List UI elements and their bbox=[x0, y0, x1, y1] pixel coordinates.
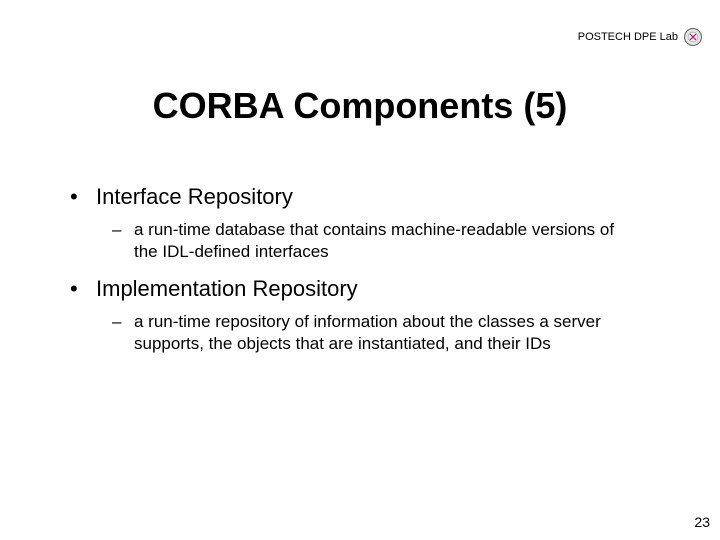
header-label: POSTECH DPE Lab bbox=[578, 31, 678, 43]
header: POSTECH DPE Lab bbox=[578, 28, 702, 46]
dash-marker-icon: – bbox=[112, 219, 124, 241]
bullet-text: Interface Repository bbox=[96, 183, 293, 211]
bullet-text: Implementation Repository bbox=[96, 275, 358, 303]
slide-title: CORBA Components (5) bbox=[0, 85, 720, 127]
bullet-item: • Implementation Repository bbox=[70, 275, 660, 303]
bullet-item: • Interface Repository bbox=[70, 183, 660, 211]
bullet-marker-icon: • bbox=[70, 275, 82, 303]
content-area: • Interface Repository – a run-time data… bbox=[70, 183, 660, 367]
sub-bullet-item: – a run-time repository of information a… bbox=[112, 311, 660, 355]
bullet-marker-icon: • bbox=[70, 183, 82, 211]
sub-bullet-text: a run-time repository of information abo… bbox=[134, 311, 624, 355]
sub-bullet-text: a run-time database that contains machin… bbox=[134, 219, 624, 263]
dash-marker-icon: – bbox=[112, 311, 124, 333]
page-number: 23 bbox=[694, 514, 710, 530]
sub-bullet-item: – a run-time database that contains mach… bbox=[112, 219, 660, 263]
lab-logo-icon bbox=[684, 28, 702, 46]
